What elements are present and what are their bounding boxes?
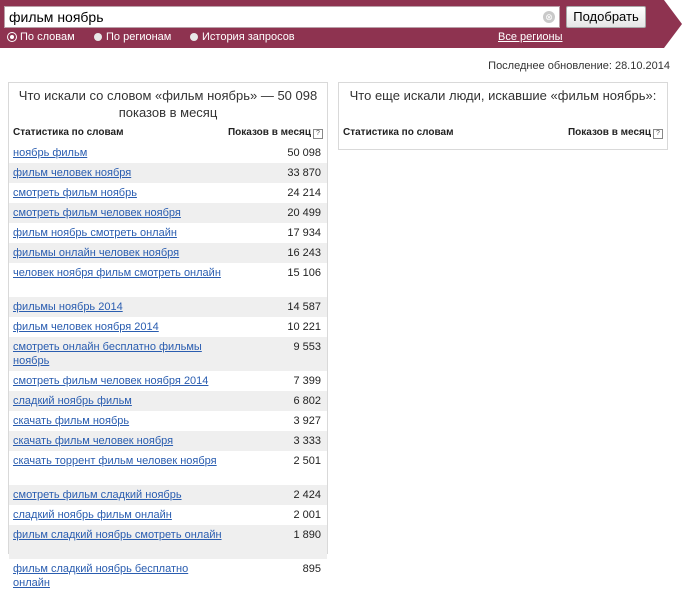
shows-count: 50 098 (287, 147, 321, 159)
table-row: сладкий ноябрь фильм 6 802 (9, 391, 327, 411)
query-link[interactable]: смотреть фильм человек ноября 2014 (13, 374, 223, 388)
query-link[interactable]: сладкий ноябрь фильм онлайн (13, 508, 223, 522)
shows-count: 16 243 (287, 247, 321, 259)
shows-count: 1 890 (293, 529, 321, 541)
related-queries-panel: Что еще искали люди, искавшие «фильм ноя… (338, 82, 668, 150)
query-link[interactable]: фильм сладкий ноябрь смотреть онлайн (13, 528, 223, 542)
query-link[interactable]: смотреть фильм человек ноября (13, 206, 223, 220)
table-row: фильм сладкий ноябрь бесплатно онлайн 895 (9, 559, 327, 593)
shows-count: 2 501 (293, 455, 321, 467)
query-link[interactable]: смотреть онлайн бесплатно фильмы ноябрь (13, 340, 223, 368)
search-header: ⊗ Подобрать По словам По регионам Истори… (0, 0, 688, 48)
tab-label: По регионам (106, 31, 172, 43)
shows-count: 14 587 (287, 301, 321, 313)
shows-count: 10 221 (287, 321, 321, 333)
table-row: смотреть фильм ноябрь 24 214 (9, 183, 327, 203)
query-link[interactable]: сладкий ноябрь фильм (13, 394, 223, 408)
submit-button[interactable]: Подобрать (566, 6, 646, 28)
table-row: фильм ноябрь смотреть онлайн 17 934 (9, 223, 327, 243)
query-link[interactable]: фильм человек ноября 2014 (13, 320, 223, 334)
tab-label: По словам (20, 31, 75, 43)
shows-count: 24 214 (287, 187, 321, 199)
tab-label: История запросов (202, 31, 295, 43)
panel-title: Что еще искали люди, искавшие «фильм ноя… (349, 88, 657, 103)
table-row: сладкий ноябрь фильм онлайн 2 001 (9, 505, 327, 525)
clear-icon[interactable]: ⊗ (543, 11, 555, 23)
shows-count: 2 424 (293, 489, 321, 501)
shows-count: 20 499 (287, 207, 321, 219)
query-link[interactable]: фильмы ноябрь 2014 (13, 300, 223, 314)
col-shows-header: Показов в месяц? (568, 127, 663, 139)
tab-by-words[interactable]: По словам (8, 30, 75, 46)
col-words-header: Статистика по словам (13, 127, 124, 138)
col-shows-label: Показов в месяц (227, 127, 311, 138)
query-link[interactable]: фильм ноябрь смотреть онлайн (13, 226, 223, 240)
header-arrow (664, 0, 682, 48)
word-stats-panel: Что искали со словом «фильм ноябрь» — 50… (8, 82, 328, 589)
radio-checked-icon (8, 33, 16, 41)
table-row: фильм сладкий ноябрь смотреть онлайн 1 89… (9, 525, 327, 559)
all-regions-link[interactable]: Все регионы (498, 30, 563, 44)
query-link[interactable]: скачать фильм ноябрь (13, 414, 223, 428)
panel-title: Что искали со словом «фильм ноябрь» — 50… (18, 88, 318, 120)
query-link[interactable]: фильм сладкий ноябрь бесплатно онлайн (13, 562, 223, 590)
table-row: скачать фильм ноябрь 3 927 (9, 411, 327, 431)
shows-count: 895 (302, 563, 321, 575)
shows-count: 7 399 (293, 375, 321, 387)
last-update-text: Последнее обновление: 28.10.2014 (488, 60, 670, 72)
shows-count: 33 870 (287, 167, 321, 179)
help-icon[interactable]: ? (653, 129, 663, 139)
shows-count: 2 001 (293, 509, 321, 521)
query-link[interactable]: фильм человек ноября (13, 166, 223, 180)
query-link[interactable]: скачать фильм человек ноября (13, 434, 223, 448)
query-link[interactable]: скачать торрент фильм человек ноября (13, 454, 223, 468)
col-words-header: Статистика по словам (343, 127, 454, 138)
shows-count: 6 802 (293, 395, 321, 407)
table-row: фильм человек ноября 2014 10 221 (9, 317, 327, 337)
table-row: смотреть фильм сладкий ноябрь 2 424 (9, 485, 327, 505)
table-row: смотреть онлайн бесплатно фильмы ноябрь 9… (9, 337, 327, 371)
tab-by-regions[interactable]: По регионам (94, 30, 171, 46)
radio-icon (190, 33, 198, 41)
shows-count: 3 927 (293, 415, 321, 427)
table-row: человек ноября фильм смотреть онлайн 15 1… (9, 263, 327, 297)
query-link[interactable]: ноябрь фильм (13, 146, 223, 160)
shows-count: 17 934 (287, 227, 321, 239)
shows-count: 15 106 (287, 267, 321, 279)
table-row: ноябрь фильм 50 098 (9, 143, 327, 163)
table-row: фильм человек ноября 33 870 (9, 163, 327, 183)
radio-icon (94, 33, 102, 41)
search-input[interactable] (5, 7, 535, 27)
column-header: Статистика по словам Показов в месяц? (339, 127, 667, 141)
table-row: скачать торрент фильм человек ноября 2 50… (9, 451, 327, 485)
search-box: ⊗ (4, 6, 560, 28)
query-link[interactable]: человек ноября фильм смотреть онлайн (13, 266, 223, 280)
help-icon[interactable]: ? (313, 129, 323, 139)
col-shows-label: Показов в месяц (567, 127, 651, 138)
col-shows-header: Показов в месяц? (228, 127, 323, 139)
query-link[interactable]: смотреть фильм ноябрь (13, 186, 223, 200)
table-row: смотреть фильм человек ноября 20 499 (9, 203, 327, 223)
table-row: фильмы ноябрь 2014 14 587 (9, 297, 327, 317)
table-row: фильмы онлайн человек ноября 16 243 (9, 243, 327, 263)
query-link[interactable]: смотреть фильм сладкий ноябрь (13, 488, 223, 502)
table-row: скачать фильм человек ноября 3 333 (9, 431, 327, 451)
stats-table: ноябрь фильм 50 098 фильм человек ноября 33… (9, 143, 327, 593)
tab-query-history[interactable]: История запросов (190, 30, 295, 46)
shows-count: 3 333 (293, 435, 321, 447)
column-header: Статистика по словам Показов в месяц? (9, 127, 327, 141)
shows-count: 9 553 (293, 341, 321, 353)
query-link[interactable]: фильмы онлайн человек ноября (13, 246, 223, 260)
table-row: смотреть фильм человек ноября 2014 7 399 (9, 371, 327, 391)
